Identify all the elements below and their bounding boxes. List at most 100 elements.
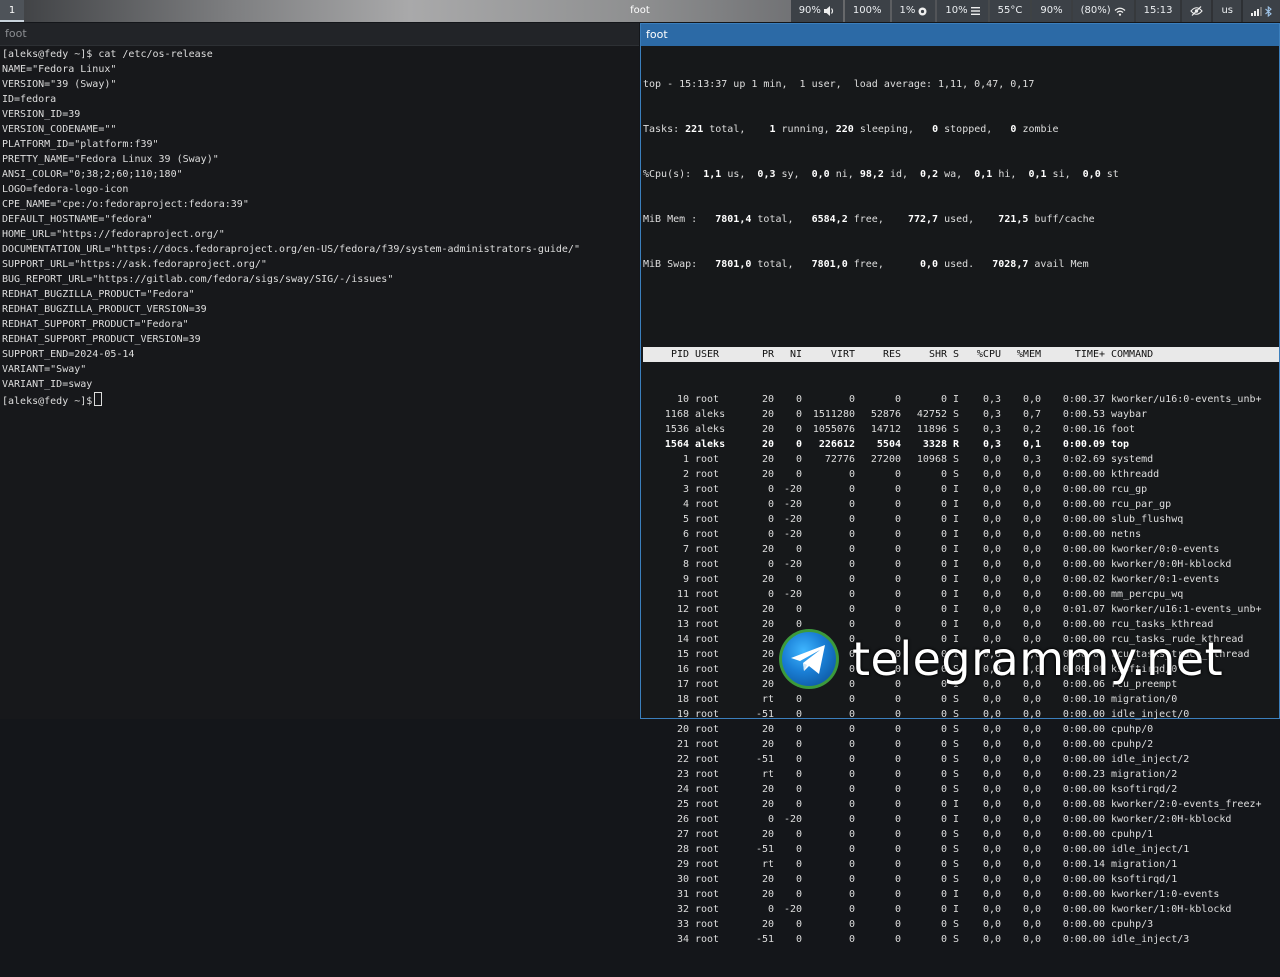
table-cell: 0 [894,874,901,885]
table-cell: 0,0 [982,754,1001,765]
table-cell: 20 [761,724,774,735]
table-cell: 0 [795,469,802,480]
clock-module[interactable]: 15:13 [1135,0,1181,22]
right-terminal-window[interactable]: foot top - 15:13:37 up 1 min, 1 user, lo… [640,23,1280,945]
table-cell: 0 [940,934,947,945]
terminal-line: DEFAULT_HOSTNAME="fedora" [2,214,153,225]
column-header: USER [695,349,720,360]
table-cell: 14 [676,634,689,645]
table-cell: 29 [676,859,689,870]
table-cell: 31 [676,889,689,900]
wifi-module[interactable]: (80%) [1072,0,1134,22]
table-cell: 0 [894,604,901,615]
table-cell: 21 [676,739,689,750]
workspace-button[interactable]: 1 [0,0,24,22]
idle-inhibitor-module[interactable] [1182,0,1212,22]
table-cell: 20 [761,679,774,690]
terminal-line: VERSION_ID=39 [2,109,81,120]
left-window-titlebar[interactable]: foot [0,23,639,46]
terminal-line: CPE_NAME="cpe:/o:fedoraproject:fedora:39… [2,199,249,210]
table-cell: -51 [755,754,774,765]
table-cell: 0,0 [1022,739,1041,750]
status-modules: 90% 100% 1% 10% 55°C 90% (80%) 15:13 us [789,0,1280,22]
status-bar: 1 foot 90% 100% 1% 10% 55°C 90% (80%) 15… [0,0,1280,22]
table-cell: 0 [767,499,774,510]
battery-module[interactable]: 90% [1032,0,1071,22]
memory-module[interactable]: 10% [937,0,988,22]
table-row: 4 root 0 -20 0 0 0 I 0,0 0,0 0:00.00 rcu_par_gp [643,497,1279,512]
table-cell: S [952,694,960,705]
table-cell: I [952,589,960,600]
table-cell: 0 [848,769,855,780]
battery-label: 90% [1040,5,1063,16]
table-cell: 0 [940,799,947,810]
table-cell: 0 [795,394,802,405]
table-row: 19 root -51 0 0 0 0 S 0,0 0,0 0:00.00 idle_inject/0 [643,707,1279,722]
table-cell: 0 [940,514,947,525]
left-terminal-window[interactable]: foot [aleks@fedy ~]$ cat /etc/os-release… [0,23,639,719]
shell-prompt: [aleks@fedy ~]$ [2,396,93,407]
keyboard-layout-module[interactable]: us [1213,0,1241,22]
table-cell: root [695,499,720,510]
column-header: COMMAND [1111,349,1154,360]
table-cell: 0 [795,739,802,750]
table-cell: 0,0 [982,574,1001,585]
terminal-prompt-line[interactable]: [aleks@fedy ~]$ [2,392,639,409]
memory-icon [970,7,980,15]
terminal-line: VERSION_CODENAME="" [2,124,117,135]
table-cell: 0,0 [982,604,1001,615]
temperature-module[interactable]: 55°C [989,0,1031,22]
table-row: 5 root 0 -20 0 0 0 I 0,0 0,0 0:00.00 slub_flushwq [643,512,1279,527]
table-cell: 0 [894,694,901,705]
clock-label: 15:13 [1143,5,1173,16]
table-cell: root [695,739,720,750]
table-cell: 0:00.14 [1062,859,1105,870]
left-terminal-output[interactable]: [aleks@fedy ~]$ cat /etc/os-release NAME=… [0,46,639,409]
table-cell: 0 [848,544,855,555]
table-cell: 0:00.00 [1062,559,1105,570]
top-output[interactable]: top - 15:13:37 up 1 min, 1 user, load av… [641,46,1279,977]
table-cell: 0:00.00 [1062,754,1105,765]
table-cell: aleks [695,424,726,435]
table-cell: 0 [894,484,901,495]
table-cell: 11896 [916,424,947,435]
table-cell: 0 [894,544,901,555]
right-window-titlebar[interactable]: foot [641,24,1279,46]
table-cell: 0,3 [982,424,1001,435]
terminal-line: ID=fedora [2,94,57,105]
table-cell: root [695,679,720,690]
table-cell: 0,0 [1022,589,1041,600]
table-cell: cpuhp/1 [1111,829,1154,840]
table-cell: migration/0 [1111,694,1178,705]
table-cell: 27 [676,829,689,840]
table-cell: 0 [848,604,855,615]
table-cell: 14712 [870,424,901,435]
table-cell: 0,0 [1022,559,1041,570]
table-cell: 22 [676,754,689,765]
table-cell: root [695,844,720,855]
table-cell: 0 [940,394,947,405]
table-cell: 11 [676,589,689,600]
table-cell: 0:00.00 [1062,589,1105,600]
table-cell: kworker/2:0H-kblockd [1111,814,1232,825]
table-cell: root [695,859,720,870]
table-cell: 0 [795,769,802,780]
table-row: 28 root -51 0 0 0 0 S 0,0 0,0 0:00.00 idle_inject/1 [643,842,1279,857]
table-cell: 0:00.00 [1062,484,1105,495]
table-cell: root [695,634,720,645]
terminal-line: REDHAT_BUGZILLA_PRODUCT="Fedora" [2,289,195,300]
table-cell: 0:00.00 [1062,874,1105,885]
watermark-text: telegrammy.net [852,632,1224,686]
tray-module[interactable] [1243,0,1280,22]
brightness-module[interactable]: 100% [844,0,890,22]
cpu-module[interactable]: 1% [891,0,936,22]
table-cell: root [695,664,720,675]
table-cell: 0 [894,499,901,510]
speaker-icon [823,6,834,16]
table-cell: 0 [767,514,774,525]
volume-module[interactable]: 90% [790,0,843,22]
table-cell: 0,0 [1022,844,1041,855]
table-cell: 0,0 [1022,544,1041,555]
table-cell: 0,0 [1022,904,1041,915]
